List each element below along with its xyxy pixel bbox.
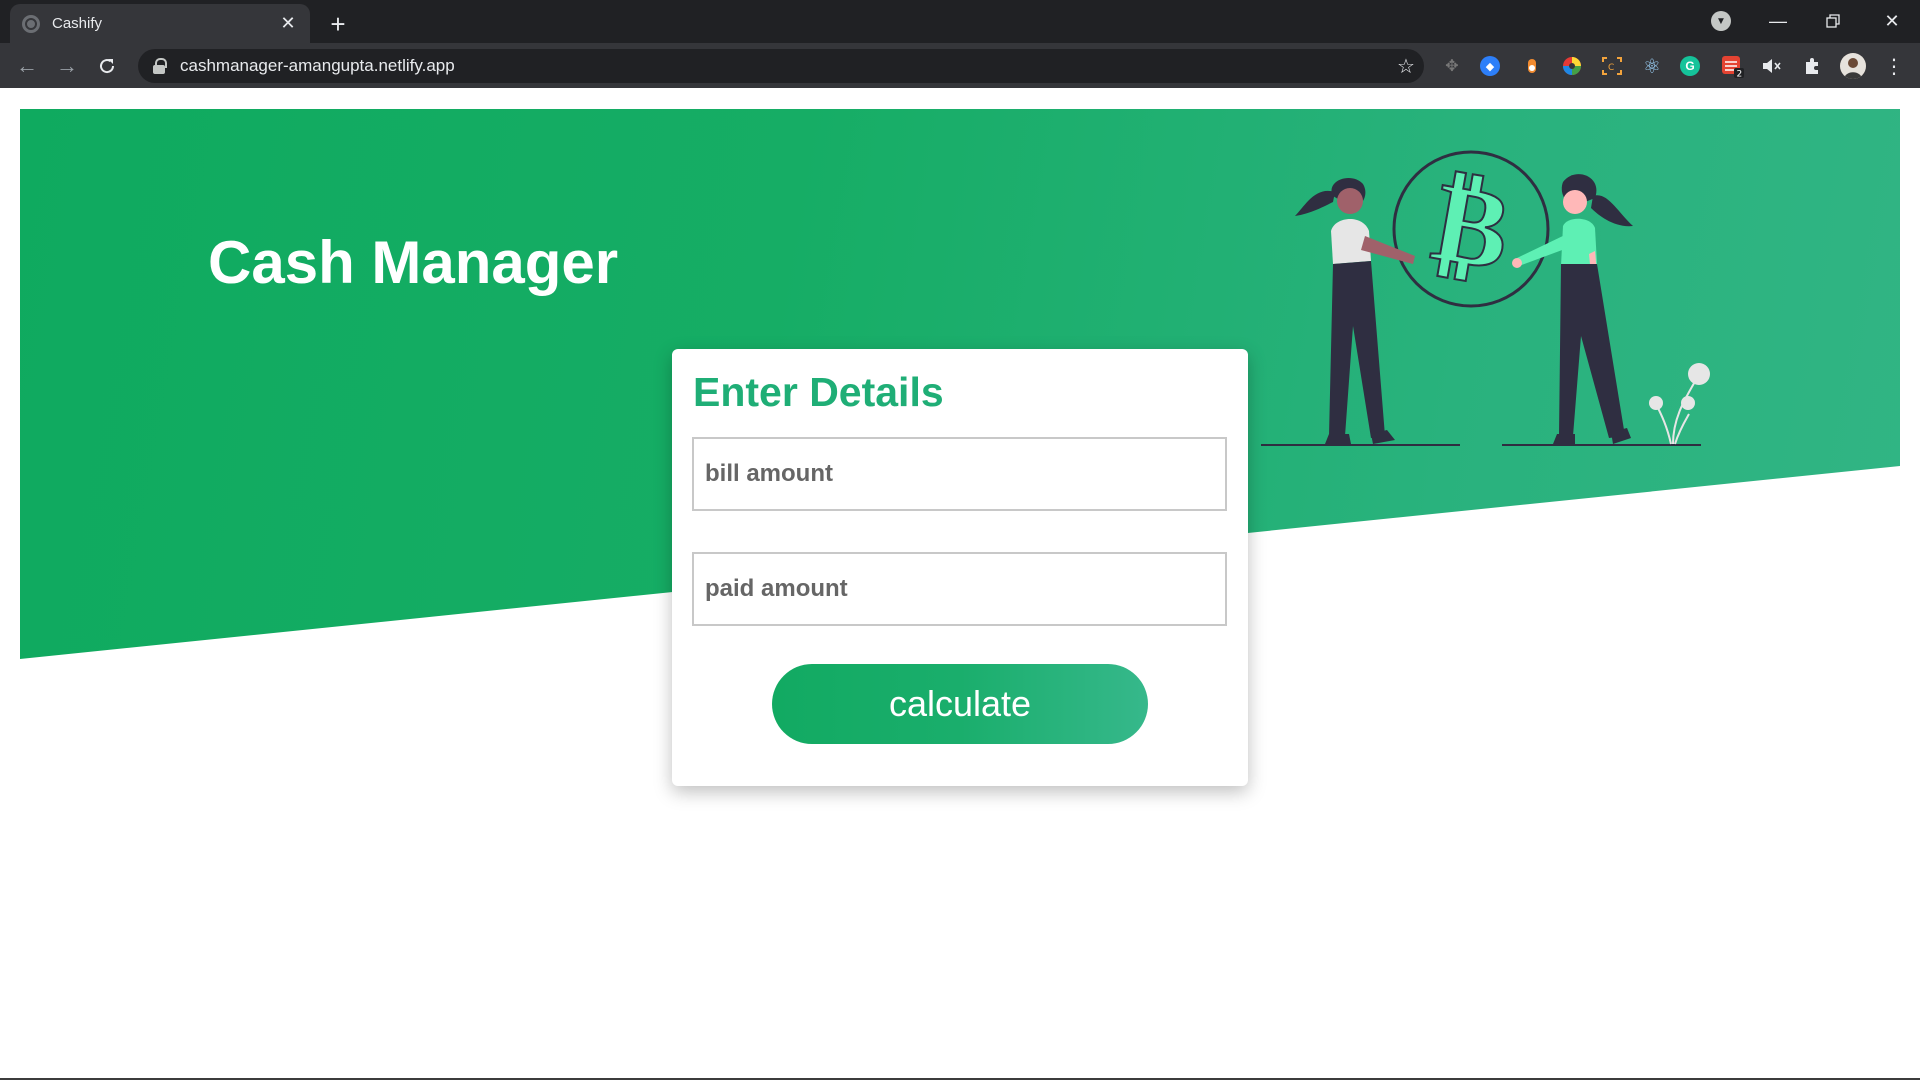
- calculate-button[interactable]: calculate: [772, 664, 1148, 744]
- browser-tab-bar: Cashify ✕ + ▼ — ✕: [0, 0, 1920, 43]
- todoist-icon[interactable]: 2: [1720, 54, 1744, 78]
- tab-search-icon[interactable]: ▼: [1711, 11, 1731, 31]
- bookmark-star-icon[interactable]: ☆: [1388, 49, 1424, 83]
- reload-icon[interactable]: [91, 50, 123, 82]
- bill-amount-field: [692, 437, 1227, 511]
- browser-tab[interactable]: Cashify ✕: [10, 4, 310, 43]
- mute-tab-icon[interactable]: [1760, 54, 1784, 78]
- bitcoin-icon: ₿: [1423, 156, 1519, 297]
- react-devtools-icon[interactable]: ⚛: [1640, 54, 1664, 78]
- profile-avatar-icon[interactable]: [1840, 53, 1866, 79]
- browser-toolbar: ← → cashmanager-amangupta.netlify.app ☆ …: [0, 43, 1920, 88]
- bitcoin-illustration: ₿: [1261, 150, 1710, 446]
- globe-icon: [22, 14, 40, 33]
- back-icon[interactable]: ←: [11, 50, 43, 82]
- extension-move-icon[interactable]: ✥: [1440, 54, 1464, 78]
- bill-amount-input[interactable]: [705, 439, 1225, 509]
- paid-amount-field: [692, 552, 1227, 626]
- details-card: Enter Details calculate: [672, 349, 1248, 786]
- forward-icon[interactable]: →: [51, 50, 83, 82]
- card-title: Enter Details: [693, 369, 944, 415]
- url-text: cashmanager-amangupta.netlify.app: [180, 56, 455, 75]
- extension-bottle-icon[interactable]: [1520, 54, 1544, 78]
- minimize-icon[interactable]: —: [1758, 6, 1798, 36]
- address-bar[interactable]: cashmanager-amangupta.netlify.app ☆: [138, 49, 1424, 83]
- hero-title: Cash Manager: [208, 229, 619, 296]
- extensions-puzzle-icon[interactable]: [1800, 54, 1824, 78]
- close-window-icon[interactable]: ✕: [1872, 6, 1912, 36]
- browser-menu-icon[interactable]: ⋮: [1882, 54, 1906, 78]
- extension-color-wheel-icon[interactable]: [1560, 54, 1584, 78]
- grammarly-icon[interactable]: G: [1680, 56, 1700, 76]
- extension-badge: 2: [1737, 70, 1743, 79]
- paid-amount-input[interactable]: [705, 554, 1225, 624]
- restore-icon[interactable]: [1813, 6, 1853, 36]
- svg-text:C: C: [1608, 63, 1614, 73]
- lock-icon: [152, 58, 167, 74]
- web-page: Cash Manager ₿ Enter Details bill amount…: [0, 88, 1920, 1080]
- extension-capture-icon[interactable]: C: [1600, 54, 1624, 78]
- extension-drop-icon[interactable]: ◆: [1480, 56, 1500, 76]
- new-tab-button[interactable]: +: [322, 8, 354, 40]
- close-tab-icon[interactable]: ✕: [278, 13, 298, 34]
- tab-title: Cashify: [52, 15, 103, 32]
